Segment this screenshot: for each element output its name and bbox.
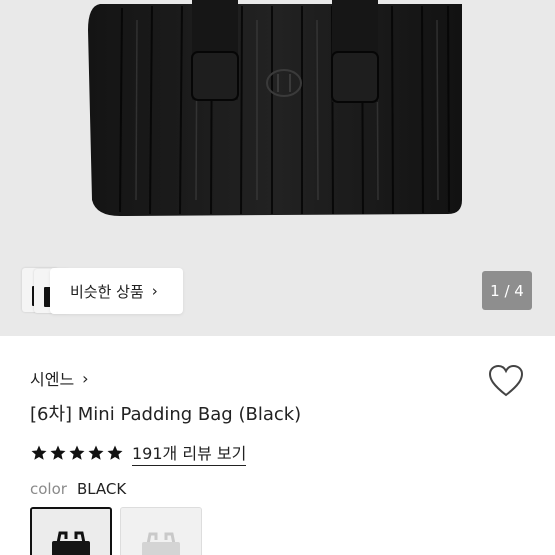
chevron-right-icon: › [151, 282, 158, 300]
product-image-gallery[interactable]: 비슷한 상품 › 1 / 4 [0, 0, 555, 336]
star-icon [69, 445, 85, 460]
heart-outline-icon[interactable] [488, 364, 524, 398]
color-row: color BLACK [30, 480, 126, 498]
color-swatch-black[interactable] [30, 507, 112, 555]
color-value: BLACK [76, 480, 127, 498]
brand-link[interactable]: 시엔느 › [30, 366, 89, 390]
image-page-counter: 1 / 4 [482, 271, 532, 310]
star-icon [31, 445, 47, 460]
chevron-right-icon: › [82, 368, 89, 388]
similar-products-label: 비슷한 상품 [70, 282, 144, 301]
rating-stars [30, 444, 124, 462]
star-icon [107, 445, 123, 460]
color-swatch-silver[interactable] [120, 507, 202, 555]
product-title: [6차] Mini Padding Bag (Black) [30, 404, 302, 425]
brand-name: 시엔느 [30, 370, 75, 389]
black-bag-thumbnail [32, 509, 110, 555]
star-icon [50, 445, 66, 460]
rating-row: 191개 리뷰 보기 [30, 440, 247, 466]
star-icon [88, 445, 104, 460]
color-label: color [30, 480, 67, 498]
review-link[interactable]: 191개 리뷰 보기 [132, 440, 247, 466]
silver-bag-thumbnail [121, 508, 201, 555]
similar-products-button[interactable]: 비슷한 상품 › [50, 268, 183, 314]
